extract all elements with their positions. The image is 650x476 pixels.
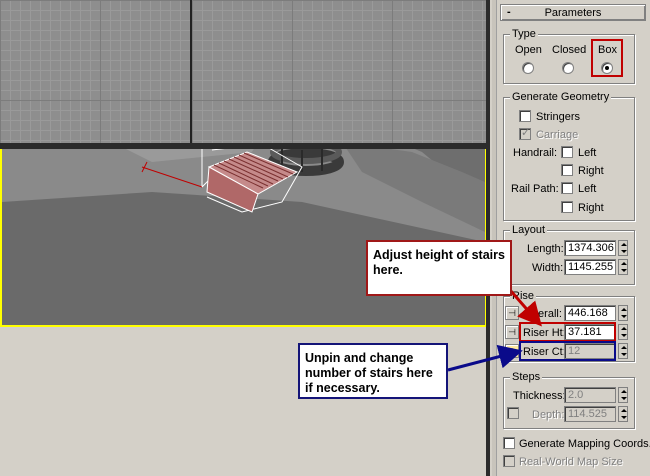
annotation-arrows — [447, 289, 542, 372]
riser-count-callout: Unpin and change number of stairs here i… — [298, 343, 448, 399]
riser-height-callout: Adjust height of stairs here. — [366, 240, 512, 296]
blue-arrow — [447, 344, 523, 372]
red-arrow — [508, 289, 542, 327]
